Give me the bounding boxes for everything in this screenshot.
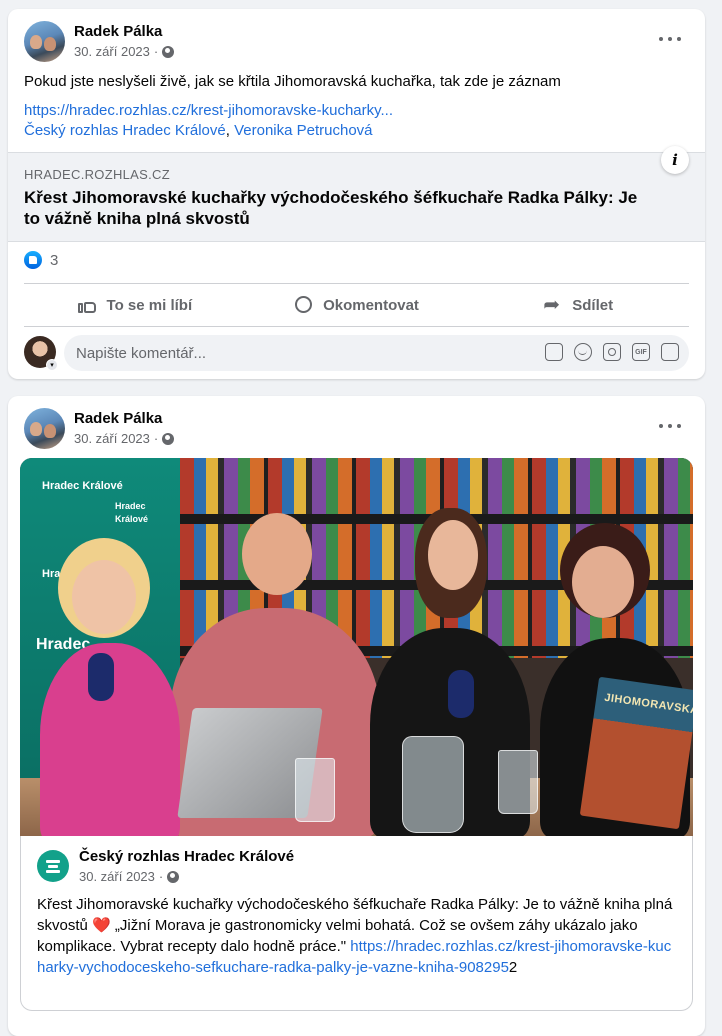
author-name[interactable]: Radek Pálka	[74, 410, 162, 427]
reaction-count: 3	[50, 251, 59, 269]
comment-input-icons: GIF	[545, 343, 679, 361]
post-date[interactable]: 30. září 2023	[74, 44, 150, 59]
emoji-icon[interactable]	[574, 343, 592, 361]
comment-button[interactable]: Okomentovat	[246, 284, 468, 326]
banner-logo-text: Hradec Králové	[115, 501, 149, 524]
cookbook-title: JIHOMORAVSKÁ	[603, 691, 693, 717]
link-preview[interactable]: HRADEC.ROZHLAS.CZ Křest Jihomoravské kuc…	[8, 152, 705, 242]
camera-icon[interactable]	[603, 343, 621, 361]
shared-date[interactable]: 30. září 2023	[79, 869, 155, 884]
shared-meta: 30. září 2023 ·	[79, 869, 180, 884]
microphone	[88, 653, 114, 701]
share-icon	[543, 292, 563, 316]
post-meta: 30. září 2023 ·	[74, 431, 175, 446]
shared-text: Křest Jihomoravské kuchařky východočeské…	[37, 894, 676, 978]
post-tags: Český rozhlas Hradec Králové, Veronika P…	[24, 121, 689, 141]
sticker-icon[interactable]	[661, 343, 679, 361]
share-label: Sdílet	[572, 296, 614, 314]
info-icon[interactable]: i	[661, 146, 689, 174]
post-text: Pokud jste neslyšeli živě, jak se křtila…	[24, 73, 561, 90]
person-2-head	[242, 513, 312, 595]
author-name[interactable]: Radek Pálka	[74, 23, 162, 40]
globe-icon	[162, 432, 175, 445]
person-3-face	[428, 520, 478, 590]
comment-composer: ▾ GIF	[24, 335, 689, 371]
water-glass	[498, 750, 538, 814]
author-avatar[interactable]	[24, 408, 65, 449]
comment-label: Okomentovat	[323, 296, 419, 314]
microphone	[448, 670, 474, 718]
globe-icon	[167, 870, 180, 883]
more-options-icon[interactable]	[659, 35, 681, 43]
like-button[interactable]: To se mi líbí	[24, 284, 246, 326]
water-glass	[295, 758, 335, 822]
action-bar: To se mi líbí Okomentovat Sdílet	[24, 283, 689, 327]
globe-icon	[162, 45, 175, 58]
cro-logo-icon[interactable]	[37, 850, 69, 882]
shared-post[interactable]: Český rozhlas Hradec Králové 30. září 20…	[20, 836, 693, 1011]
heart-emoji: ❤️	[92, 917, 111, 934]
preview-title[interactable]: Křest Jihomoravské kuchařky východočeské…	[24, 187, 655, 229]
tag-separator: ,	[225, 122, 235, 139]
post-photo[interactable]: Hradec Králové Hradec Králové Hradec Krá…	[20, 458, 693, 836]
shared-url-tail: 2	[508, 959, 518, 976]
post-card-1: Radek Pálka 30. září 2023 · Pokud jste n…	[8, 9, 705, 379]
reaction-summary[interactable]: 3	[24, 251, 58, 269]
person-1-face	[72, 560, 136, 634]
post-url-link[interactable]: https://hradec.rozhlas.cz/krest-jihomora…	[24, 102, 393, 119]
post-card-2: Radek Pálka 30. září 2023 · Hradec Králo…	[8, 396, 705, 1036]
cookbook: JIHOMORAVSKÁ	[579, 676, 693, 830]
preview-domain: HRADEC.ROZHLAS.CZ	[24, 167, 170, 182]
tag-veronika[interactable]: Veronika Petruchová	[234, 122, 372, 139]
shared-page-name[interactable]: Český rozhlas Hradec Králové	[79, 848, 294, 865]
tag-cro-hradec[interactable]: Český rozhlas Hradec Králové	[24, 122, 226, 139]
banner-logo-text: Hradec Králové	[42, 480, 123, 492]
like-label: To se mi líbí	[106, 296, 193, 314]
chevron-down-icon[interactable]: ▾	[46, 359, 58, 371]
more-options-icon[interactable]	[659, 422, 681, 430]
post-link-line: https://hradec.rozhlas.cz/krest-jihomora…	[24, 101, 689, 121]
avatar-sticker-icon[interactable]	[545, 343, 563, 361]
author-avatar[interactable]	[24, 21, 65, 62]
like-reaction-icon	[24, 251, 42, 269]
gif-icon[interactable]: GIF	[632, 343, 650, 361]
thumbs-up-icon	[77, 295, 98, 315]
post-date[interactable]: 30. září 2023	[74, 431, 150, 446]
share-button[interactable]: Sdílet	[467, 284, 689, 326]
post-meta: 30. září 2023 ·	[74, 44, 175, 59]
water-jug	[402, 736, 464, 833]
comment-icon	[294, 295, 314, 315]
person-4-face	[572, 546, 634, 618]
